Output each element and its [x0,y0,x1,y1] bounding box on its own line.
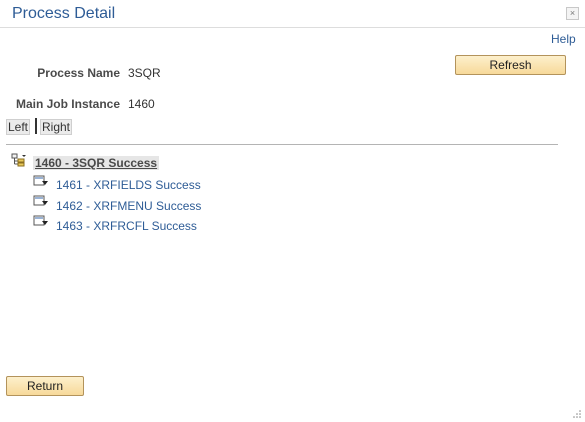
process-name-label: Process Name [37,66,120,80]
tree-child-item[interactable]: 1462 - XRFMENU Success [56,199,201,213]
window-title: Process Detail [12,5,116,22]
nav-separator [35,118,37,134]
tree-child-item[interactable]: 1463 - XRFRCFL Success [56,219,197,233]
refresh-button[interactable]: Refresh [455,55,566,75]
return-button[interactable]: Return [6,376,84,396]
title-bar: Process Detail × [0,0,585,28]
process-icon[interactable] [33,195,49,209]
help-link[interactable]: Help [551,32,576,46]
close-button[interactable]: × [566,7,579,20]
main-job-instance-label: Main Job Instance [15,97,120,111]
close-icon: × [569,8,576,18]
title-divider [0,27,585,28]
right-button[interactable]: Right [40,119,73,135]
process-name-value: 3SQR [128,66,161,80]
tree-child-item[interactable]: 1461 - XRFIELDS Success [56,178,201,192]
process-icon[interactable] [33,215,49,229]
main-job-instance-value: 1460 [128,97,155,111]
process-icon[interactable] [33,175,49,189]
section-divider [6,144,558,145]
job-tree-icon[interactable] [11,153,27,167]
resize-grip-icon[interactable] [572,408,582,418]
left-button[interactable]: Left [6,119,31,135]
tree-root-job[interactable]: 1460 - 3SQR Success [33,156,160,170]
